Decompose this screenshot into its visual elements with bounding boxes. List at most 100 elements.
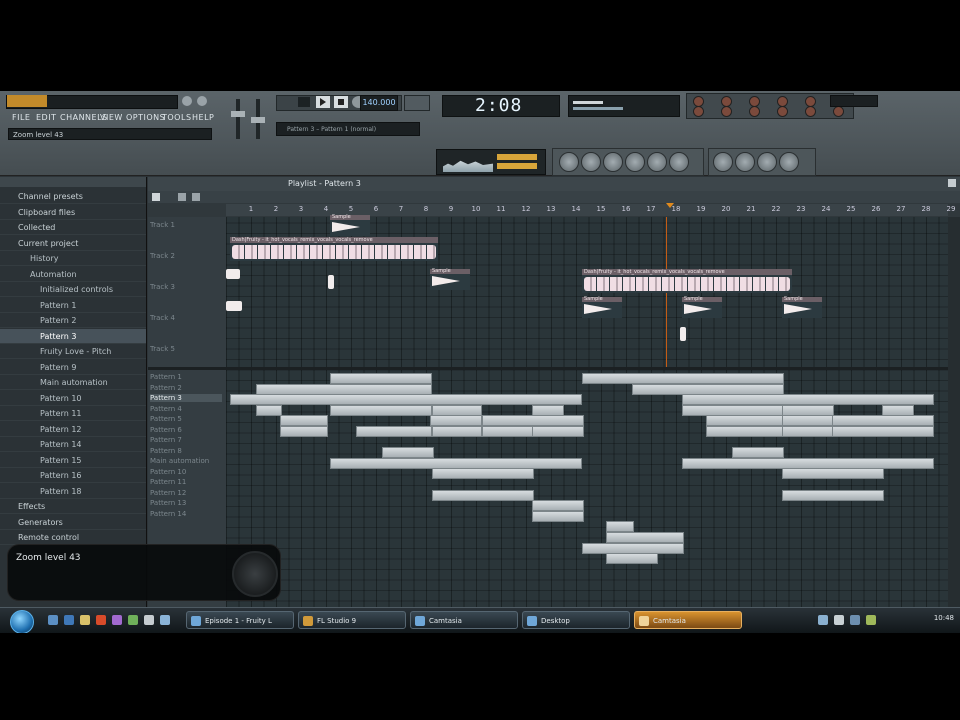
zoom-knob[interactable]	[232, 551, 278, 597]
midi-icon[interactable]	[779, 152, 799, 172]
pattern-clip[interactable]	[532, 510, 584, 522]
stop-button[interactable]	[334, 96, 348, 108]
app-icon[interactable]	[128, 615, 138, 625]
save-icon[interactable]	[713, 152, 733, 172]
taskbar-item[interactable]: Episode 1 - Fruity L	[186, 611, 294, 629]
ie-icon[interactable]	[64, 615, 74, 625]
pat-song-switch[interactable]	[298, 97, 310, 107]
pattern-selector[interactable]: Pattern 3 – Pattern 1 (normal)	[276, 122, 420, 136]
snap-icon[interactable]	[152, 193, 160, 201]
browser-item[interactable]: Fruity Love - Pitch	[0, 344, 146, 359]
pattern-clip[interactable]	[432, 468, 534, 480]
pattern-clip[interactable]	[482, 426, 534, 437]
pattern-lane-label[interactable]: Pattern 7	[150, 436, 222, 444]
audio-clip[interactable]: Dash|Fruity - it_hot_vocals_remix_vocals…	[230, 237, 438, 261]
browser-item[interactable]: Pattern 11	[0, 406, 146, 421]
plugin-picker-icon[interactable]	[669, 152, 689, 172]
browser-item[interactable]: Generators	[0, 515, 146, 530]
browser-item[interactable]: History	[0, 251, 146, 266]
pattern-number[interactable]	[404, 95, 430, 111]
track-label[interactable]: Track 4	[150, 314, 222, 322]
pattern-clip[interactable]	[532, 404, 564, 416]
taskbar-item[interactable]: Camtasia	[410, 611, 518, 629]
sample-clip[interactable]: Sample	[430, 268, 470, 290]
pattern-lane-label[interactable]: Pattern 5	[150, 415, 222, 423]
pattern-clip[interactable]	[430, 415, 482, 427]
master-volume-handle[interactable]	[231, 111, 245, 117]
pattern-lane-label[interactable]: Main automation	[150, 457, 222, 465]
browser-item[interactable]: Effects	[0, 499, 146, 514]
browser-item[interactable]: Pattern 18	[0, 484, 146, 499]
pattern-clip[interactable]	[832, 426, 934, 437]
pattern-clip[interactable]	[782, 489, 884, 501]
menu-view[interactable]: VIEW	[100, 113, 123, 122]
menu-file[interactable]: FILE	[12, 113, 30, 122]
menu-edit[interactable]: EDIT	[36, 113, 56, 122]
browser-item[interactable]: Pattern 15	[0, 453, 146, 468]
pattern-clip[interactable]	[330, 373, 432, 384]
sample-clip[interactable]: Sample	[682, 296, 722, 318]
pattern-clip[interactable]	[782, 404, 834, 416]
browser-item[interactable]: Automation	[0, 267, 146, 282]
close-icon[interactable]	[948, 179, 956, 187]
pattern-lane-label[interactable]: Pattern 2	[150, 384, 222, 392]
taskbar-item-active[interactable]: Camtasia	[634, 611, 742, 629]
pattern-clip[interactable]	[432, 404, 482, 416]
pattern-lane-label[interactable]: Pattern 11	[150, 478, 222, 486]
pattern-clip[interactable]	[782, 468, 884, 480]
playhead-marker[interactable]	[666, 203, 674, 208]
pattern-lane-label[interactable]: Pattern 14	[150, 510, 222, 518]
browser-item[interactable]: Initialized controls	[0, 282, 146, 297]
step-sequencer-icon[interactable]	[581, 152, 601, 172]
browser-item[interactable]: Pattern 9	[0, 360, 146, 375]
menu-help[interactable]: HELP	[192, 113, 214, 122]
vertical-scrollbar[interactable]	[948, 217, 960, 633]
track-label[interactable]: Track 3	[150, 283, 222, 291]
pattern-lane-label[interactable]: Pattern 4	[150, 405, 222, 413]
browser-icon[interactable]	[625, 152, 645, 172]
browser-item[interactable]: Clipboard files	[0, 205, 146, 220]
show-desktop-icon[interactable]	[48, 615, 58, 625]
pattern-clip[interactable]	[230, 394, 582, 406]
browser-item[interactable]: Pattern 2	[0, 313, 146, 328]
menu-tools[interactable]: TOOLS	[162, 113, 192, 122]
pattern-clip[interactable]	[682, 404, 784, 416]
pattern-clip[interactable]	[632, 383, 784, 395]
pattern-clip[interactable]	[382, 447, 434, 459]
play-button[interactable]	[316, 96, 330, 108]
app-icon-2[interactable]	[144, 615, 154, 625]
pattern-clip[interactable]	[706, 415, 784, 427]
track-label[interactable]: Track 1	[150, 221, 222, 229]
close-icon[interactable]	[197, 96, 207, 106]
browser-item[interactable]: Pattern 16	[0, 468, 146, 483]
browser-item[interactable]: Channel presets	[0, 189, 146, 204]
knob-2[interactable]	[693, 106, 704, 117]
pattern-clip[interactable]	[606, 532, 684, 543]
mixer-icon[interactable]	[647, 152, 667, 172]
media-icon[interactable]	[112, 615, 122, 625]
pattern-clip[interactable]	[256, 404, 282, 416]
pattern-clip[interactable]	[432, 489, 534, 501]
project-info-icon[interactable]	[757, 152, 777, 172]
pattern-clip[interactable]	[532, 500, 584, 512]
pattern-lane-label[interactable]: Pattern 6	[150, 426, 222, 434]
knob-6[interactable]	[749, 106, 760, 117]
pattern-clip[interactable]	[330, 404, 432, 416]
master-pitch-handle[interactable]	[251, 117, 265, 123]
pattern-clip[interactable]	[682, 394, 934, 406]
sample-slice[interactable]	[226, 301, 242, 311]
pattern-clip[interactable]	[832, 415, 934, 427]
pattern-lane-label[interactable]: Pattern 13	[150, 499, 222, 507]
piano-roll-icon[interactable]	[603, 152, 623, 172]
browser-item[interactable]: Pattern 14	[0, 437, 146, 452]
pattern-lane-label[interactable]: Pattern 8	[150, 447, 222, 455]
browser-item[interactable]: Pattern 3	[0, 328, 146, 344]
sample-slice[interactable]	[328, 275, 334, 289]
browser-item[interactable]: Pattern 10	[0, 391, 146, 406]
taskbar-item[interactable]: Desktop	[522, 611, 630, 629]
start-button[interactable]	[10, 610, 34, 633]
track-label[interactable]: Track 5	[150, 345, 222, 353]
draw-tool-icon[interactable]	[178, 193, 186, 201]
pattern-clip[interactable]	[882, 404, 914, 416]
knob-12[interactable]	[833, 106, 844, 117]
